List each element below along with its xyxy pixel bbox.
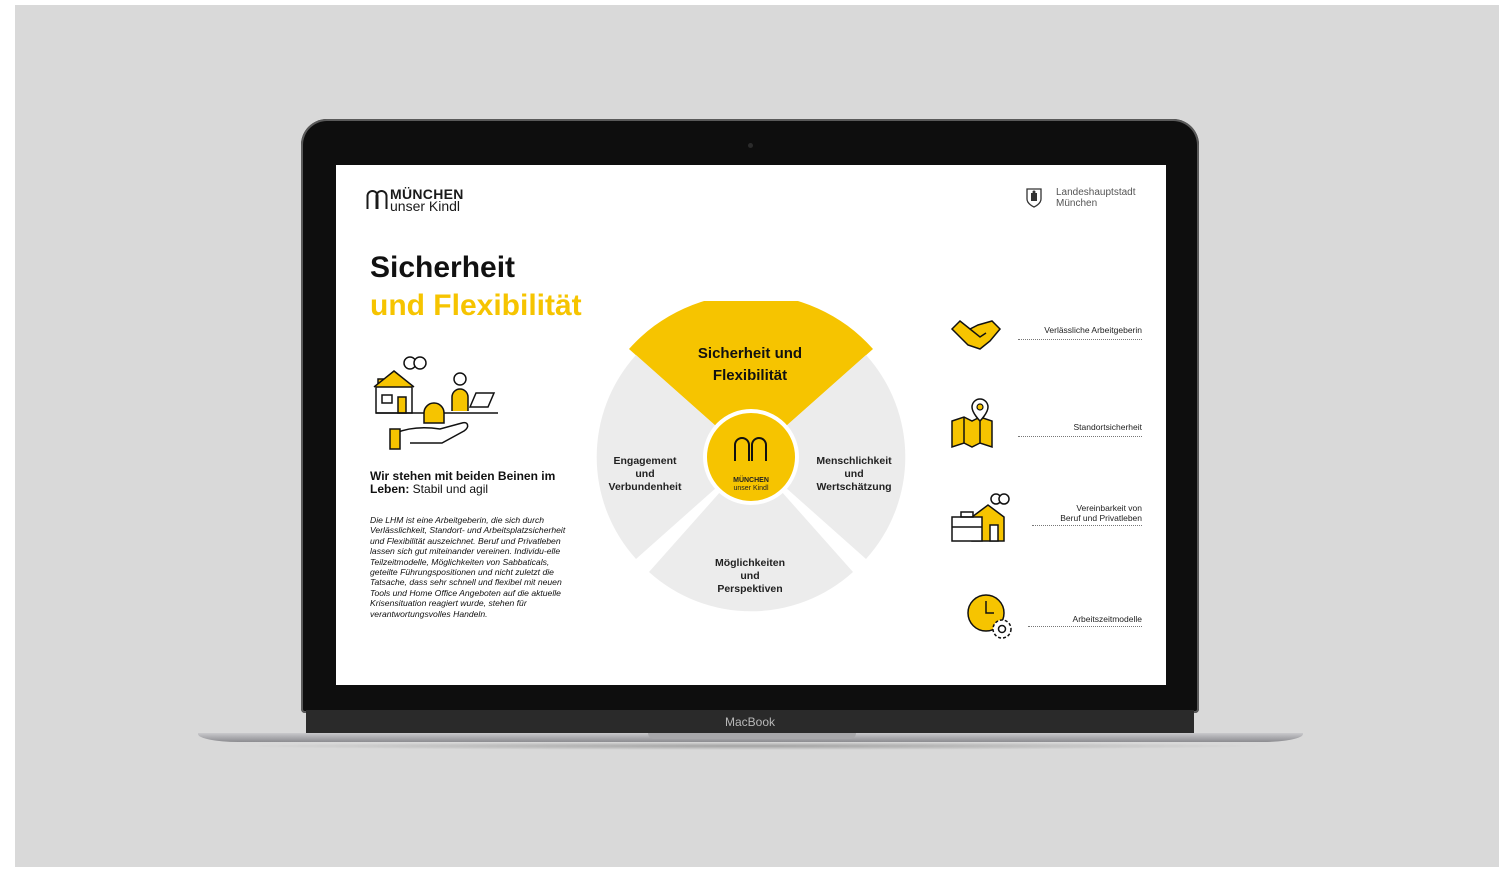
wheel-right-line2: und	[844, 468, 864, 480]
tagline: Wir stehen mit beiden Beinen im Leben: S…	[370, 470, 570, 496]
wheel-left-line3: Verbundenheit	[608, 481, 682, 493]
brand-label: MacBook	[724, 715, 776, 729]
wheel-center-line1: MÜNCHEN	[733, 477, 769, 484]
coat-of-arms-icon	[1026, 188, 1042, 208]
camera-icon	[748, 143, 753, 148]
laptop-hinge-notch	[648, 733, 856, 739]
laptop-screen: MÜNCHEN unser Kindl Landeshauptstadt Mün…	[336, 165, 1166, 685]
work-home-icon	[951, 493, 1010, 542]
benefit-divider-4	[1028, 626, 1142, 627]
laptop-shadow	[230, 742, 1270, 750]
benefit-label-3: Vereinbarkeit von Beruf und Privatleben	[1016, 503, 1142, 523]
wheel-top-line2: Flexibilität	[712, 367, 788, 384]
tagline-rest: Stabil und agil	[409, 482, 489, 496]
munich-logo-icon	[366, 190, 388, 209]
clock-gear-icon	[967, 594, 1012, 639]
wheel-center-logo-text: MÜNCHEN unser Kindl	[705, 477, 797, 493]
page-title-line2: und Flexibilität	[370, 289, 582, 322]
wheel-top-line1: Sicherheit und	[697, 345, 803, 362]
benefit-label-4: Arbeitszeitmodelle	[1072, 614, 1142, 624]
benefit-label-1: Verlässliche Arbeitgeberin	[1044, 325, 1142, 335]
wheel-bottom-line3: Perspektiven	[717, 583, 783, 595]
handshake-icon	[950, 319, 1002, 350]
wheel-right-label: Menschlichkeit und Wertschätzung	[804, 455, 904, 494]
benefit-label-2: Standortsicherheit	[1073, 422, 1142, 432]
home-office-illustration-icon	[373, 356, 498, 450]
benefit-divider-2	[1018, 436, 1142, 437]
body-paragraph: Die LHM ist eine Arbeitgeberin, die sich…	[370, 515, 566, 619]
laptop-bezel-chin: MacBook	[306, 710, 1194, 734]
city-line2: München	[1056, 198, 1098, 209]
page-title-line1: Sicherheit	[370, 251, 516, 284]
wheel-left-line1: Engagement	[613, 455, 677, 467]
wheel-center-line2: unser Kindl	[733, 485, 769, 492]
city-name: Landeshauptstadt München	[1056, 187, 1136, 209]
wheel-top-label: Sicherheit und Flexibilität	[670, 343, 830, 387]
map-pin-icon	[951, 398, 993, 449]
wheel-left-label: Engagement und Verbundenheit	[595, 455, 695, 494]
benefit-label-3-line1: Vereinbarkeit von	[1076, 503, 1142, 513]
city-line1: Landeshauptstadt	[1056, 187, 1136, 198]
wheel-right-line1: Menschlichkeit	[816, 455, 892, 467]
wheel-bottom-label: Möglichkeiten und Perspektiven	[700, 557, 800, 596]
logo-line2: unser Kindl	[390, 198, 461, 214]
wheel-right-line3: Wertschätzung	[816, 481, 892, 493]
benefit-label-3-line2: Beruf und Privatleben	[1060, 513, 1142, 523]
benefit-divider-3	[1032, 525, 1142, 526]
wheel-left-line2: und	[635, 468, 655, 480]
wheel-bottom-line2: und	[740, 570, 760, 582]
wheel-bottom-line1: Möglichkeiten	[714, 557, 785, 569]
benefit-divider-1	[1018, 339, 1142, 340]
